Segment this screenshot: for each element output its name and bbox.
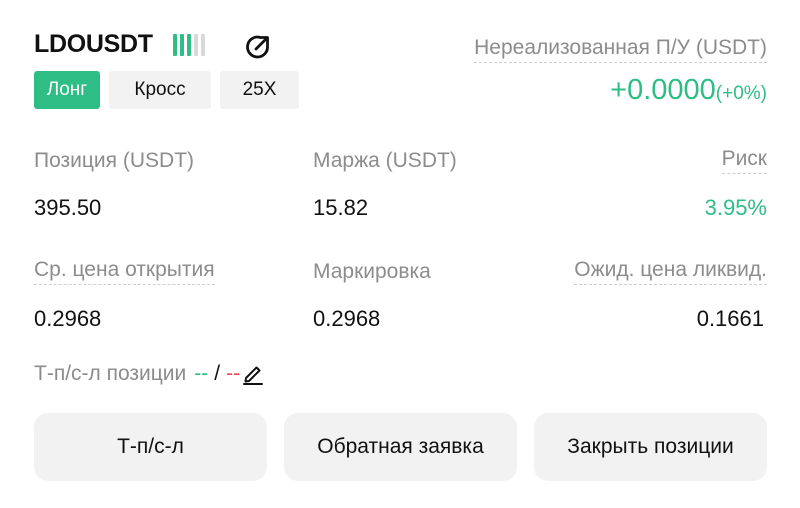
pnl-percent: (+0%) [715, 83, 767, 104]
unrealized-pnl-value: +0.0000(+0%) [610, 74, 767, 107]
tpsl-button[interactable]: Т-п/с-л [34, 413, 267, 481]
signal-bar [180, 34, 184, 56]
pnl-amount: +0.0000 [610, 74, 716, 106]
liquidation-price-value: 0.1661 [696, 306, 764, 331]
share-icon[interactable] [243, 32, 273, 62]
side-badge: Лонг [34, 71, 100, 109]
entry-price-label[interactable]: Ср. цена открытия [34, 258, 215, 285]
liquidation-price-label[interactable]: Ожид. цена ликвид. [574, 258, 767, 285]
tpsl-label: Т-п/с-л позиции [34, 362, 187, 385]
signal-bar [173, 34, 177, 56]
edit-pencil-icon[interactable] [242, 363, 264, 385]
margin-value: 15.82 [313, 195, 369, 220]
position-value: 395.50 [34, 195, 102, 220]
unrealized-pnl-label[interactable]: Нереализованная П/У (USDT) [474, 36, 767, 63]
entry-price-value: 0.2968 [34, 306, 102, 331]
mark-price-value: 0.2968 [313, 306, 381, 331]
risk-value: 3.95% [704, 195, 767, 220]
symbol-title: LDOUSDT [34, 30, 153, 58]
signal-bar [201, 34, 205, 56]
close-position-button[interactable]: Закрыть позиции [534, 413, 767, 481]
position-label: Позиция (USDT) [34, 149, 195, 172]
leverage-badge[interactable]: 25X [220, 71, 299, 109]
reverse-order-button[interactable]: Обратная заявка [284, 413, 517, 481]
margin-label: Маржа (USDT) [313, 149, 457, 172]
signal-bars-icon [173, 34, 205, 56]
tpsl-separator: / [214, 362, 221, 385]
tpsl-row[interactable]: Т-п/с-л позиции -- / -- [34, 362, 264, 386]
risk-label[interactable]: Риск [721, 147, 767, 174]
mark-price-label: Маркировка [313, 260, 431, 283]
tp-value: -- [194, 362, 209, 385]
margin-mode-badge[interactable]: Кросс [109, 71, 211, 109]
signal-bar [194, 34, 198, 56]
signal-bar [187, 34, 191, 56]
sl-value: -- [226, 362, 241, 385]
